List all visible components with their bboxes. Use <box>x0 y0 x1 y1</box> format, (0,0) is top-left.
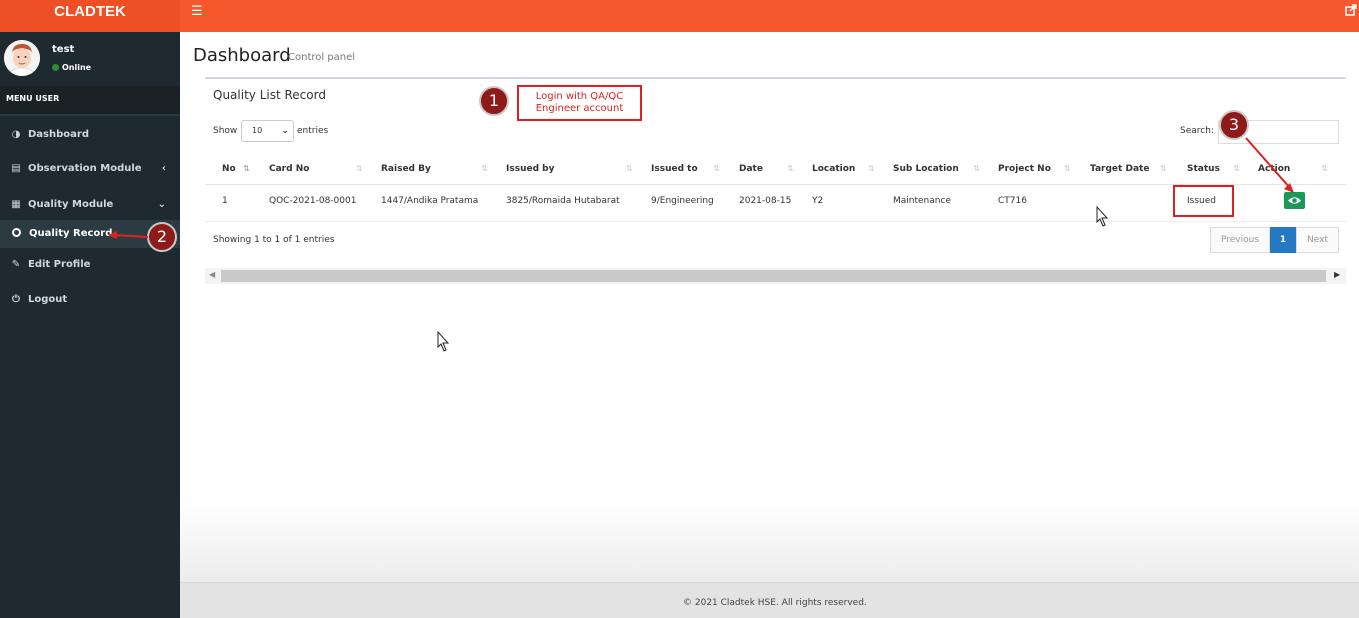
user-name: test <box>52 44 75 55</box>
chevron-left-icon: ‹ <box>161 163 166 174</box>
annotation-step-3: 3 <box>1219 110 1249 140</box>
cell-sub-location: Maintenance <box>893 196 951 206</box>
pagination-next[interactable]: Next <box>1296 227 1339 253</box>
pagination-page-1[interactable]: 1 <box>1270 227 1296 253</box>
column-header-project-no[interactable]: Project No <box>998 164 1051 174</box>
annotation-step-2: 2 <box>147 222 177 252</box>
column-header-date[interactable]: Date <box>739 164 763 174</box>
scroll-right-icon[interactable]: ▶ <box>1334 270 1340 279</box>
box-top-border <box>205 77 1346 79</box>
sidebar-item-edit-profile[interactable]: ✎ Edit Profile <box>0 248 180 282</box>
list-icon: ▦ <box>11 199 21 210</box>
column-header-location[interactable]: Location <box>812 164 855 174</box>
pagination-previous[interactable]: Previous <box>1210 227 1270 253</box>
annotation-note-line1: Login with QA/QC <box>535 91 624 102</box>
sidebar-toggle-icon[interactable]: ☰ <box>191 4 203 19</box>
cell-location: Y2 <box>812 196 824 206</box>
sort-asc-icon[interactable]: ⇅ <box>243 164 250 173</box>
online-status-icon <box>52 64 59 71</box>
sort-icon[interactable]: ⇅ <box>1321 164 1328 173</box>
circle-icon <box>12 228 21 237</box>
column-header-card-no[interactable]: Card No <box>269 164 309 174</box>
top-navbar <box>0 0 1359 32</box>
sort-icon[interactable]: ⇅ <box>1064 164 1071 173</box>
user-panel: test Online <box>0 32 180 86</box>
avatar <box>4 40 40 76</box>
annotation-highlight-status <box>1173 185 1234 217</box>
menu-header: MENU USER <box>0 86 180 116</box>
sidebar-item-logout[interactable]: ⏻ Logout <box>0 283 180 317</box>
table-info: Showing 1 to 1 of 1 entries <box>213 235 335 245</box>
sort-icon[interactable]: ⇅ <box>356 164 363 173</box>
box-title: Quality List Record <box>213 88 326 102</box>
sort-icon[interactable]: ⇅ <box>1160 164 1167 173</box>
column-header-no[interactable]: No <box>222 164 236 174</box>
power-icon: ⏻ <box>12 294 20 305</box>
scroll-left-icon[interactable]: ◀ <box>209 270 215 279</box>
search-label: Search: <box>1180 126 1214 136</box>
sidebar-item-label: Logout <box>28 294 68 305</box>
sidebar-item-dashboard[interactable]: ◑ Dashboard <box>0 118 180 152</box>
brand-logo[interactable]: CLADTEK <box>0 0 180 32</box>
column-header-action[interactable]: Action <box>1258 164 1290 174</box>
cell-date: 2021-08-15 <box>739 196 792 206</box>
cell-no: 1 <box>222 196 228 206</box>
sidebar-item-label: Edit Profile <box>28 259 91 270</box>
cell-issued-to: 9/Engineering <box>651 196 714 206</box>
column-header-raised-by[interactable]: Raised By <box>381 164 431 174</box>
chevron-down-icon: ⌄ <box>157 199 166 210</box>
page-title: Dashboard <box>193 45 291 66</box>
cell-project-no: CT716 <box>998 196 1027 206</box>
sidebar: test Online MENU USER ◑ Dashboard ▤ Observ… <box>0 32 180 618</box>
id-card-icon: ▤ <box>11 163 21 174</box>
sidebar-item-label: Quality Record <box>29 228 113 239</box>
column-header-issued-to[interactable]: Issued to <box>651 164 698 174</box>
page-subtitle: Control panel <box>288 52 356 63</box>
footer-copyright: © 2021 Cladtek HSE. All rights reserved. <box>683 598 867 608</box>
sidebar-item-label: Quality Module <box>28 199 114 210</box>
sort-icon[interactable]: ⇅ <box>481 164 488 173</box>
sort-icon[interactable]: ⇅ <box>787 164 794 173</box>
annotation-note-line2: Engineer account <box>535 103 624 114</box>
sort-icon[interactable]: ⇅ <box>868 164 875 173</box>
sort-icon[interactable]: ⇅ <box>713 164 720 173</box>
chevron-down-icon: ⌄ <box>281 126 289 136</box>
eye-icon <box>1288 197 1301 204</box>
dashboard-icon: ◑ <box>11 129 21 140</box>
view-button[interactable] <box>1284 192 1305 209</box>
sort-icon[interactable]: ⇅ <box>626 164 633 173</box>
column-header-sub-location[interactable]: Sub Location <box>893 164 959 174</box>
sort-icon[interactable]: ⇅ <box>1233 164 1240 173</box>
cell-raised-by: 1447/Andika Pratama <box>381 196 479 206</box>
sort-icon[interactable]: ⇅ <box>973 164 980 173</box>
scrollbar-thumb[interactable] <box>221 270 1326 282</box>
column-header-issued-by[interactable]: Issued by <box>506 164 554 174</box>
sidebar-item-observation-module[interactable]: ▤ Observation Module ‹ <box>0 152 180 186</box>
annotation-step-1: 1 <box>479 86 509 116</box>
cell-card-no: QOC-2021-08-0001 <box>269 196 357 206</box>
sidebar-item-label: Dashboard <box>28 129 89 140</box>
column-header-target-date[interactable]: Target Date <box>1090 164 1149 174</box>
entries-label: entries <box>297 126 329 136</box>
annotation-note: Login with QA/QC Engineer account <box>517 85 642 121</box>
sidebar-item-quality-module[interactable]: ▦ Quality Module ⌄ <box>0 188 180 222</box>
external-link-icon[interactable] <box>1345 4 1357 16</box>
edit-icon: ✎ <box>11 259 21 270</box>
column-header-status[interactable]: Status <box>1187 164 1220 174</box>
user-status-label: Online <box>62 63 92 72</box>
user-status: Online <box>52 63 91 72</box>
table-row-divider <box>205 221 1346 222</box>
show-label: Show <box>213 126 238 136</box>
entries-select-value: 10 <box>252 126 263 135</box>
sidebar-item-label: Observation Module <box>28 163 142 174</box>
entries-select[interactable]: 10 ⌄ <box>241 120 294 142</box>
cell-issued-by: 3825/Romaida Hutabarat <box>506 196 620 206</box>
